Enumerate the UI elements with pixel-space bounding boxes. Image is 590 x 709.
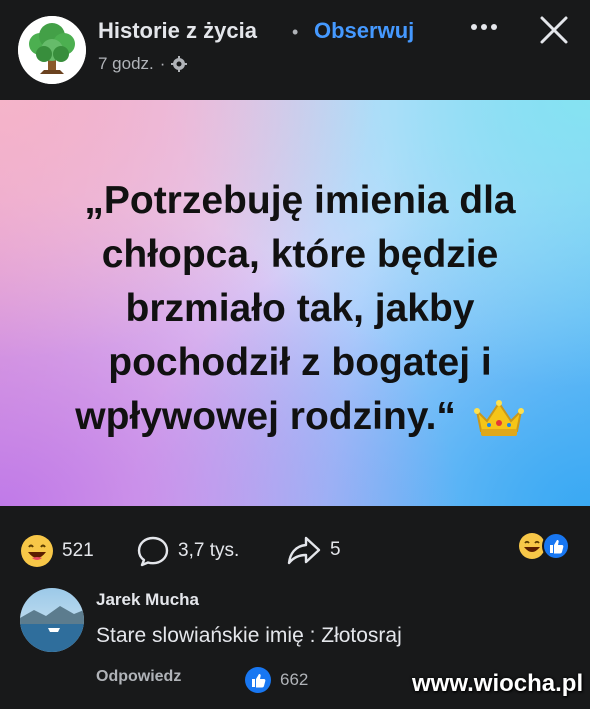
tree-icon <box>18 16 86 84</box>
comments-stat[interactable]: 3,7 tys. <box>136 534 239 568</box>
shares-stat[interactable]: 5 <box>286 534 341 566</box>
reaction-summary[interactable] <box>518 532 572 560</box>
more-horizontal-icon[interactable] <box>466 12 502 42</box>
quote-line-last: wpływowej rodziny.“ <box>40 390 560 444</box>
gear-icon <box>171 56 188 72</box>
page-name[interactable]: Historie z życia <box>98 18 257 44</box>
shares-count: 5 <box>330 539 341 560</box>
post-header: Historie z życia • Obserwuj 7 godz. · <box>0 0 590 100</box>
laugh-reaction-icon <box>21 535 53 567</box>
meta-separator: · <box>159 54 166 73</box>
comment-author[interactable]: Jarek Mucha <box>96 590 199 610</box>
crown-icon <box>473 399 524 436</box>
comment-likes[interactable]: 662 <box>244 666 308 694</box>
comment-text: Stare slowiańskie imię : Złotosraj <box>96 624 402 647</box>
header-separator: • <box>292 22 299 42</box>
comments-count: 3,7 tys. <box>178 540 240 561</box>
like-icon <box>245 667 271 693</box>
reactions-stat[interactable]: 521 <box>20 534 94 568</box>
quote-line: pochodził z bogatej i <box>108 341 492 384</box>
post-meta: 7 godz. · <box>98 54 188 74</box>
reply-button[interactable]: Odpowiedz <box>96 668 181 686</box>
watermark: www.wiocha.pl <box>412 670 584 697</box>
follow-button[interactable]: Obserwuj <box>314 18 414 44</box>
quote-line: chłopca, które będzie <box>101 233 499 276</box>
share-arrow-icon <box>287 536 321 565</box>
lake-photo-icon <box>20 588 84 652</box>
comment-likes-count: 662 <box>280 670 309 689</box>
quote-line: „Potrzebuję imienia dla <box>84 179 516 222</box>
quote-line: wpływowej rodziny.“ <box>75 395 456 438</box>
commenter-avatar[interactable] <box>20 588 84 652</box>
quote-line: brzmiało tak, jakby <box>125 287 475 330</box>
post-time[interactable]: 7 godz. <box>98 54 154 74</box>
post-quote: „Potrzebuję imienia dla chłopca, które b… <box>40 174 560 444</box>
laugh-like-reactions-icon <box>519 532 570 560</box>
comment-bubble-icon <box>137 536 169 567</box>
post-image[interactable]: „Potrzebuję imienia dla chłopca, które b… <box>0 100 590 506</box>
page-avatar[interactable] <box>18 16 86 84</box>
close-icon[interactable] <box>536 12 572 48</box>
reactions-count: 521 <box>62 540 94 561</box>
post-stats: 521 3,7 tys. 5 <box>0 506 590 582</box>
